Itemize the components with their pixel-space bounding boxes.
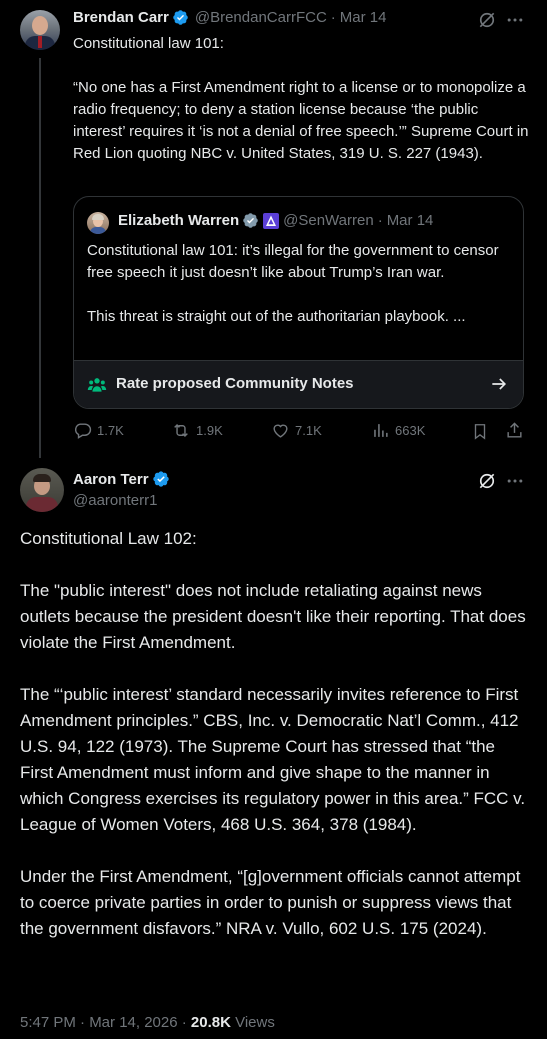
reply-count: 1.7K bbox=[97, 423, 124, 438]
separator-dot: · bbox=[377, 212, 383, 229]
views-label: Views bbox=[230, 1014, 275, 1031]
more-icon[interactable] bbox=[505, 471, 525, 491]
author-name[interactable]: Aaron Terr bbox=[73, 471, 149, 488]
verified-badge-icon bbox=[173, 10, 188, 25]
quoted-author-name: Elizabeth Warren bbox=[118, 212, 240, 229]
views-button[interactable]: 663K bbox=[371, 421, 425, 440]
government-affiliation-icon bbox=[263, 212, 280, 229]
arrow-right-icon bbox=[492, 378, 507, 390]
verified-badge-icon bbox=[152, 471, 169, 487]
share-icon[interactable] bbox=[505, 421, 524, 440]
views-count: 663K bbox=[395, 423, 426, 438]
grok-icon[interactable] bbox=[477, 10, 497, 30]
tweet-metadata: 5:47 PM · Mar 14, 2026 · 20.8K Views bbox=[20, 1014, 275, 1031]
reply-button[interactable]: 1.7K bbox=[73, 421, 124, 440]
author-handle[interactable]: @aaronterr1 bbox=[73, 492, 157, 509]
quoted-author-handle: @SenWarren bbox=[283, 212, 374, 229]
like-button[interactable]: 7.1K bbox=[271, 421, 322, 440]
parent-tweet-header: Brendan Carr @BrendanCarrFCC · Mar 14 bbox=[73, 9, 386, 26]
community-notes-bar[interactable]: Rate proposed Community Notes bbox=[74, 360, 523, 408]
author-handle[interactable]: @BrendanCarrFCC bbox=[195, 9, 327, 26]
like-icon bbox=[273, 424, 288, 438]
community-notes-icon bbox=[87, 378, 107, 392]
tweet-date[interactable]: Mar 14 bbox=[340, 9, 387, 26]
like-count: 7.1K bbox=[295, 423, 322, 438]
separator-dot: · bbox=[330, 9, 336, 26]
community-notes-label: Rate proposed Community Notes bbox=[116, 375, 354, 392]
views-total: 20.8K bbox=[190, 1014, 231, 1031]
more-icon[interactable] bbox=[505, 10, 525, 30]
thread-connector-line bbox=[39, 58, 41, 458]
grok-icon[interactable] bbox=[477, 471, 497, 491]
repost-icon bbox=[174, 423, 188, 438]
quoted-tweet-text: Constitutional law 101: it’s illegal for… bbox=[87, 242, 499, 325]
quoted-tweet-date: Mar 14 bbox=[386, 212, 434, 229]
tweet-timestamp[interactable]: 5:47 PM · Mar 14, 2026 · bbox=[20, 1014, 191, 1031]
main-tweet-header: Aaron Terr bbox=[73, 470, 170, 488]
reply-icon bbox=[74, 423, 92, 439]
views-icon bbox=[374, 424, 388, 437]
repost-count: 1.9K bbox=[196, 423, 223, 438]
tweet-actions-bar: 1.7K 1.9K 7.1K 663K bbox=[73, 421, 529, 445]
repost-button[interactable]: 1.9K bbox=[171, 421, 223, 440]
avatar-elizabeth-warren bbox=[87, 212, 109, 234]
main-tweet-text: Constitutional Law 102: The "public inte… bbox=[20, 529, 526, 938]
avatar-aaron-terr[interactable] bbox=[20, 468, 64, 512]
bookmark-icon[interactable] bbox=[471, 422, 489, 441]
quoted-tweet-card[interactable]: Elizabeth Warren @SenWarren · Mar 14 Con… bbox=[73, 196, 524, 409]
verified-badge-icon bbox=[243, 213, 258, 228]
author-name[interactable]: Brendan Carr bbox=[73, 9, 169, 26]
quoted-tweet-header: Elizabeth Warren @SenWarren · Mar 14 bbox=[118, 212, 433, 229]
parent-tweet-text: Constitutional law 101: “No one has a Fi… bbox=[73, 35, 529, 162]
avatar-brendan-carr[interactable] bbox=[20, 10, 60, 50]
